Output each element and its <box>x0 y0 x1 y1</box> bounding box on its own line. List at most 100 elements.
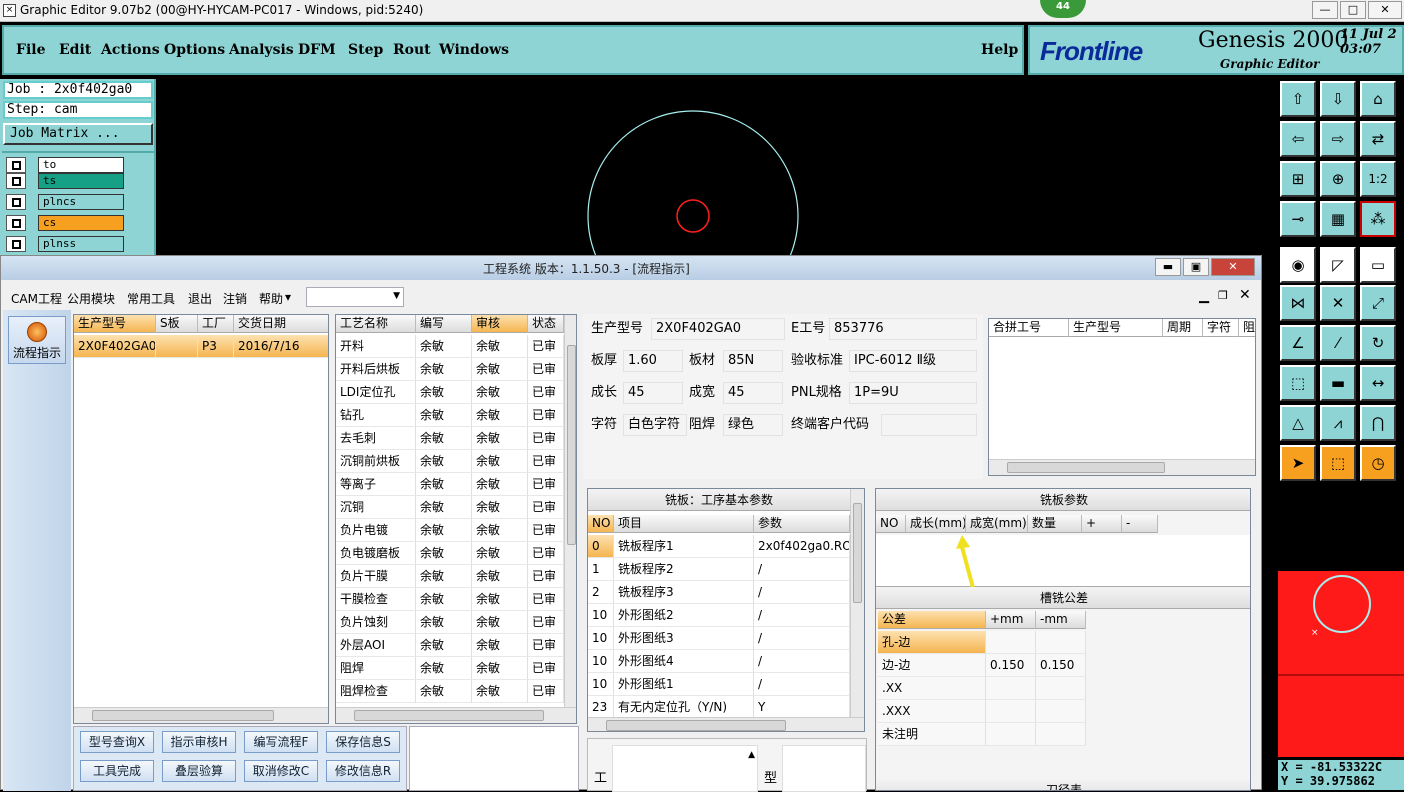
layer-row[interactable]: plncs <box>6 194 124 210</box>
menu-dropdown-icon[interactable]: ▾ <box>285 290 291 304</box>
process-cell[interactable]: 余敏 <box>472 680 528 703</box>
process-cell[interactable]: 余敏 <box>416 542 472 565</box>
toolbar-combo[interactable]: ▼ <box>306 287 404 307</box>
layer-row[interactable]: ts <box>6 173 124 189</box>
tol-cell[interactable] <box>1036 723 1086 746</box>
tol-cell[interactable]: 0.150 <box>986 654 1036 677</box>
merge-header[interactable]: 周期 <box>1163 319 1203 337</box>
order-model-cell[interactable]: 2X0F402GA0 <box>74 335 156 358</box>
tool-complete-button[interactable]: 工具完成 <box>80 760 154 782</box>
mill-cell[interactable]: / <box>754 558 850 581</box>
mill-cell[interactable]: 0 <box>588 535 614 558</box>
process-cell[interactable]: 余敏 <box>416 335 472 358</box>
layer-name[interactable]: plncs <box>38 194 124 210</box>
process-cell[interactable]: 已审 <box>528 611 564 634</box>
process-cell[interactable]: 余敏 <box>472 381 528 404</box>
process-header[interactable]: 状态 <box>528 315 564 333</box>
process-cell[interactable]: 已审 <box>528 404 564 427</box>
tol-cell[interactable]: .XXX <box>878 700 986 723</box>
process-cell[interactable]: 余敏 <box>416 404 472 427</box>
board-header[interactable]: - <box>1122 515 1158 533</box>
process-cell[interactable]: 余敏 <box>472 473 528 496</box>
process-cell[interactable]: 去毛刺 <box>336 427 416 450</box>
process-cell[interactable]: 余敏 <box>472 496 528 519</box>
mill-cell[interactable]: 铣板程序2 <box>614 558 754 581</box>
mill-cell[interactable]: 外形图纸4 <box>614 650 754 673</box>
dialog-minimize-button[interactable]: ▬ <box>1155 258 1181 276</box>
process-cell[interactable]: 余敏 <box>472 611 528 634</box>
dialog-close-button[interactable]: ✕ <box>1211 258 1255 276</box>
process-cell[interactable]: 余敏 <box>416 358 472 381</box>
pnl-field[interactable]: 1P=9U <box>849 382 977 404</box>
mill-cell[interactable]: 10 <box>588 604 614 627</box>
mill-cell[interactable]: 铣板程序1 <box>614 535 754 558</box>
tool-down-icon[interactable]: ⇩ <box>1320 81 1356 117</box>
tol-cell[interactable] <box>986 631 1036 654</box>
process-header[interactable]: 编写 <box>416 315 472 333</box>
tol-cell[interactable] <box>986 677 1036 700</box>
process-cell[interactable]: 已审 <box>528 358 564 381</box>
menu-common-module[interactable]: 公用模块 <box>67 290 115 307</box>
flow-instruction-button[interactable]: 流程指示 <box>8 316 66 364</box>
menu-help-cn[interactable]: 帮助 <box>259 290 283 307</box>
mill-cell[interactable]: / <box>754 627 850 650</box>
material-field[interactable]: 85N <box>723 350 783 372</box>
mill-cell[interactable]: 铣板程序3 <box>614 581 754 604</box>
mill-cell[interactable]: 外形图纸3 <box>614 627 754 650</box>
process-cell[interactable]: 余敏 <box>472 450 528 473</box>
tool-zoom-icon[interactable]: ⊕ <box>1320 161 1356 197</box>
bottom-list-1[interactable]: ▲ <box>612 745 758 792</box>
tol-cell[interactable] <box>1036 700 1086 723</box>
merge-header[interactable]: 阻焊 <box>1239 319 1255 337</box>
menu-dfm[interactable]: DFM <box>298 42 336 58</box>
process-cell[interactable]: 已审 <box>528 519 564 542</box>
tool-fit-icon[interactable]: ⊞ <box>1280 161 1316 197</box>
maximize-button[interactable]: □ <box>1340 1 1366 19</box>
merge-header[interactable]: 字符 <box>1203 319 1239 337</box>
layer-name[interactable]: cs <box>38 215 124 231</box>
layer-row[interactable]: to <box>6 157 124 173</box>
process-cell[interactable]: 已审 <box>528 381 564 404</box>
tool-swap-icon[interactable]: ⇄ <box>1360 121 1396 157</box>
tool-cross-icon[interactable]: ✕ <box>1320 285 1356 321</box>
tool-scale-icon[interactable]: 1:2 <box>1360 161 1396 197</box>
process-hscrollbar[interactable] <box>336 707 576 723</box>
order-s-cell[interactable] <box>156 335 198 358</box>
tool-line-icon[interactable]: ◸ <box>1320 247 1356 283</box>
mill-header[interactable]: NO <box>588 515 614 533</box>
save-info-button[interactable]: 保存信息S <box>326 731 400 753</box>
tool-pad-icon[interactable]: ◉ <box>1280 247 1316 283</box>
tol-header[interactable]: 公差 <box>878 611 986 629</box>
stackup-calc-button[interactable]: 叠层验算 <box>162 760 236 782</box>
tool-up-icon[interactable]: ⇧ <box>1280 81 1316 117</box>
process-cell[interactable]: 余敏 <box>472 335 528 358</box>
process-cell[interactable]: 余敏 <box>472 565 528 588</box>
menu-step[interactable]: Step <box>348 42 383 58</box>
layer-row[interactable]: cs <box>6 215 124 231</box>
write-flow-button[interactable]: 编写流程F <box>244 731 318 753</box>
process-cell[interactable]: 余敏 <box>416 381 472 404</box>
process-cell[interactable]: 余敏 <box>472 404 528 427</box>
process-cell[interactable]: 余敏 <box>472 657 528 680</box>
process-cell[interactable]: 余敏 <box>416 611 472 634</box>
tool-measure-icon[interactable]: ⊸ <box>1280 201 1316 237</box>
mill-cell[interactable]: 外形图纸1 <box>614 673 754 696</box>
process-cell[interactable]: 开料后烘板 <box>336 358 416 381</box>
scroll-thumb[interactable] <box>853 503 862 603</box>
orders-header[interactable]: 工厂 <box>198 315 234 333</box>
process-cell[interactable]: 已审 <box>528 427 564 450</box>
process-cell[interactable]: 余敏 <box>416 427 472 450</box>
tol-cell[interactable]: 边-边 <box>878 654 986 677</box>
tool-move-icon[interactable]: ⬚ <box>1280 365 1316 401</box>
process-cell[interactable]: 余敏 <box>416 588 472 611</box>
scroll-thumb[interactable] <box>606 720 786 731</box>
layer-name[interactable]: ts <box>38 173 124 189</box>
process-cell[interactable]: 已审 <box>528 565 564 588</box>
scroll-thumb[interactable] <box>1007 462 1165 473</box>
process-header[interactable]: 审核 <box>472 315 528 333</box>
menu-cam-project[interactable]: CAM工程 <box>11 290 62 307</box>
scroll-thumb[interactable] <box>567 345 576 545</box>
process-cell[interactable]: 余敏 <box>416 680 472 703</box>
merge-header[interactable]: 合拼工号 <box>989 319 1069 337</box>
layer-checkbox[interactable] <box>6 194 26 210</box>
